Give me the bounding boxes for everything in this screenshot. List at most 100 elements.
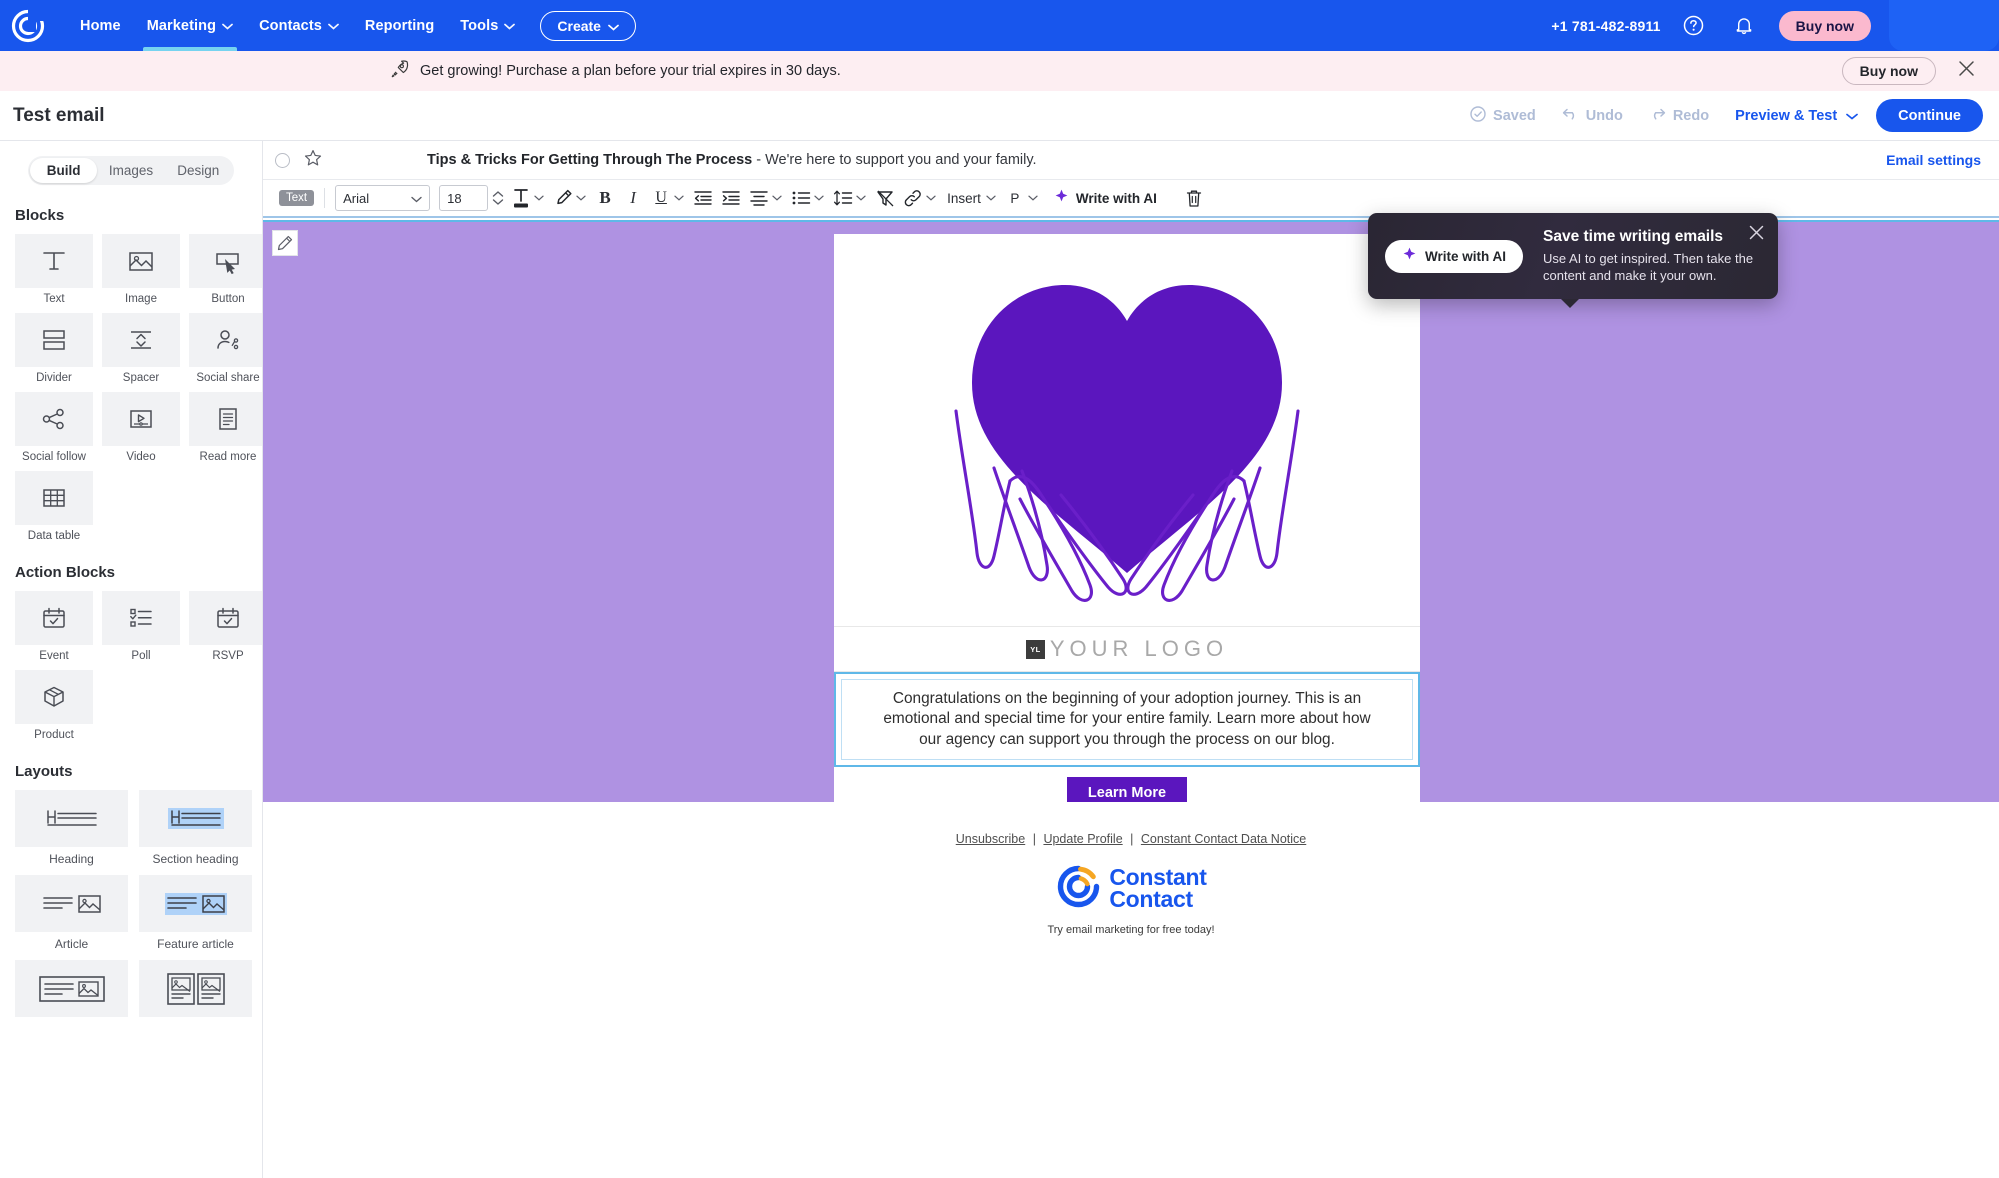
block-tile-social-follow[interactable]: Social follow (15, 392, 93, 463)
blocks-grid: Text Image Button Divider Spacer Social … (15, 234, 262, 542)
hero-image-block[interactable] (834, 234, 1420, 627)
logo-block[interactable]: YL YOUR LOGO (834, 627, 1420, 672)
nav-item-contacts[interactable]: Contacts (246, 0, 352, 51)
buy-now-button-banner[interactable]: Buy now (1841, 57, 1936, 85)
bullet-list-chevron-down-icon[interactable] (812, 184, 826, 212)
block-tile-image[interactable]: Image (102, 234, 180, 305)
font-family-select[interactable]: Arial (335, 185, 431, 211)
tab-design[interactable]: Design (165, 158, 232, 183)
delete-icon[interactable] (1183, 184, 1205, 212)
action-block-tile-event[interactable]: Event (15, 591, 93, 662)
selection-circle-icon[interactable] (275, 152, 290, 168)
tab-label: Design (177, 163, 220, 178)
build-sidebar: Build Images Design Blocks Text Image Bu… (0, 141, 263, 1178)
font-color-icon[interactable] (510, 184, 532, 212)
footer-link-data-notice[interactable]: Constant Contact Data Notice (1141, 832, 1306, 846)
subject-line[interactable]: Tips & Tricks For Getting Through The Pr… (427, 152, 1037, 168)
image-block-icon (102, 234, 180, 288)
nav-item-marketing[interactable]: Marketing (134, 0, 246, 51)
read-more-icon (189, 392, 262, 446)
nav-item-home[interactable]: Home (67, 0, 134, 51)
ai-popover-title: Save time writing emails (1543, 227, 1724, 245)
undo-arrow-icon (1562, 107, 1586, 125)
insert-chevron-down-icon[interactable] (984, 184, 998, 212)
tab-images[interactable]: Images (97, 158, 164, 183)
account-menu-chip[interactable] (1889, 0, 1999, 51)
bell-icon[interactable] (1727, 9, 1761, 43)
block-tile-spacer[interactable]: Spacer (102, 313, 180, 384)
action-block-tile-label: RSVP (212, 650, 244, 662)
email-settings-link[interactable]: Email settings (1886, 152, 1999, 168)
bold-icon[interactable]: B (594, 184, 616, 212)
constant-contact-logo-icon[interactable] (11, 8, 45, 43)
redo-button[interactable]: Redo (1649, 107, 1709, 125)
continue-button[interactable]: Continue (1876, 99, 1983, 132)
underline-icon[interactable]: U (650, 184, 672, 212)
paragraph-style-button[interactable]: P (1004, 184, 1026, 212)
block-tile-text[interactable]: Text (15, 234, 93, 305)
paragraph-chevron-down-icon[interactable] (1026, 184, 1040, 212)
email-canvas: YL YOUR LOGO Congratulations on the begi… (263, 220, 1999, 1178)
font-size-stepper[interactable] (492, 190, 504, 206)
create-button[interactable]: Create (540, 10, 636, 41)
layout-tile-section-heading[interactable]: Section heading (139, 790, 252, 866)
star-icon[interactable] (304, 149, 322, 172)
decrease-indent-icon[interactable] (692, 184, 714, 212)
line-spacing-chevron-down-icon[interactable] (854, 184, 868, 212)
font-color-chevron-down-icon[interactable] (532, 184, 546, 212)
section-heading-layout-icon (139, 790, 252, 847)
close-icon[interactable] (1958, 60, 1975, 82)
write-with-ai-popover-button[interactable]: Write with AI (1385, 239, 1523, 273)
action-block-tile-rsvp[interactable]: RSVP (189, 591, 262, 662)
clear-formatting-icon[interactable] (874, 184, 896, 212)
layout-tile-feature-article[interactable]: Feature article (139, 875, 252, 951)
font-size-input[interactable]: 18 (439, 185, 489, 211)
email-footer: Unsubscribe | Update Profile | Constant … (263, 802, 1999, 1178)
undo-button[interactable]: Undo (1562, 107, 1623, 125)
italic-icon[interactable]: I (622, 184, 644, 212)
highlight-chevron-down-icon[interactable] (574, 184, 588, 212)
underline-chevron-down-icon[interactable] (672, 184, 686, 212)
action-block-tile-product[interactable]: Product (15, 670, 93, 741)
close-icon[interactable] (1749, 225, 1764, 245)
bullet-list-icon[interactable] (790, 184, 812, 212)
increase-indent-icon[interactable] (720, 184, 742, 212)
write-with-ai-toolbar-button[interactable]: Write with AI (1054, 189, 1157, 207)
chevron-down-icon (1846, 108, 1859, 124)
align-icon[interactable] (748, 184, 770, 212)
pencil-edit-icon[interactable] (272, 230, 298, 256)
layout-tile-two-column-article[interactable] (139, 960, 252, 1022)
highlight-color-icon[interactable] (552, 184, 574, 212)
text-block-inner: Congratulations on the beginning of your… (841, 679, 1413, 761)
block-tile-data-table[interactable]: Data table (15, 471, 93, 542)
block-tile-divider[interactable]: Divider (15, 313, 93, 384)
layout-tile-article[interactable]: Article (15, 875, 128, 951)
chevron-down-icon (328, 18, 339, 34)
preview-and-test-button[interactable]: Preview & Test (1735, 108, 1859, 124)
selected-text-block[interactable]: Congratulations on the beginning of your… (834, 672, 1420, 768)
insert-label: Insert (947, 190, 981, 206)
line-spacing-icon[interactable] (832, 184, 854, 212)
action-blocks-grid: Event Poll RSVP Product (15, 591, 262, 741)
block-tile-button[interactable]: Button (189, 234, 262, 305)
layout-tile-heading[interactable]: Heading (15, 790, 128, 866)
divider-block-icon (15, 313, 93, 367)
layout-tile-boxed-article[interactable] (15, 960, 128, 1022)
block-tile-video[interactable]: Video (102, 392, 180, 463)
block-tile-read-more[interactable]: Read more (189, 392, 262, 463)
link-icon[interactable] (902, 184, 924, 212)
footer-link-unsubscribe[interactable]: Unsubscribe (956, 832, 1025, 846)
block-tile-social-share[interactable]: Social share (189, 313, 262, 384)
link-chevron-down-icon[interactable] (924, 184, 938, 212)
align-chevron-down-icon[interactable] (770, 184, 784, 212)
block-tile-label: Spacer (122, 372, 160, 384)
trial-banner-text: Get growing! Purchase a plan before your… (420, 63, 841, 79)
nav-item-reporting[interactable]: Reporting (352, 0, 447, 51)
tab-build[interactable]: Build (30, 158, 98, 183)
help-circle-icon[interactable] (1677, 9, 1711, 43)
insert-menu-button[interactable]: Insert (944, 184, 984, 212)
buy-now-button-nav[interactable]: Buy now (1778, 10, 1871, 41)
nav-item-tools[interactable]: Tools (447, 0, 528, 51)
action-block-tile-poll[interactable]: Poll (102, 591, 180, 662)
footer-link-update-profile[interactable]: Update Profile (1043, 832, 1122, 846)
